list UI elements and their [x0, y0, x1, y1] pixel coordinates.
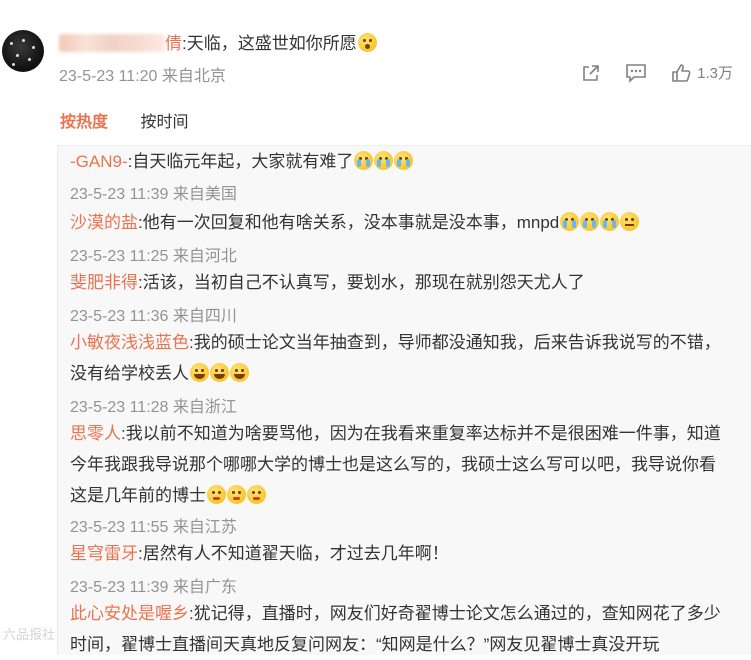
reply-username[interactable]: 此心安处是喔乡 [70, 604, 189, 623]
tab-by-heat[interactable]: 按热度 [60, 108, 108, 132]
thumbs-up-icon [672, 63, 691, 82]
comment-actions: 1.3万 [557, 62, 733, 83]
emoji-icon [357, 33, 377, 52]
timestamp: 23-5-23 11:39 [70, 579, 169, 596]
reply-meta: 23-5-23 11:28 来自浙江 [70, 393, 237, 417]
like-button[interactable]: 1.3万 [671, 62, 733, 83]
location: 来自江苏 [172, 519, 237, 536]
blurred-username[interactable] [59, 34, 165, 52]
reply-username[interactable]: 小敏夜浅浅蓝色 [70, 333, 189, 352]
timestamp: 23-5-23 11:55 [70, 519, 169, 536]
username-suffix[interactable]: 倩 [165, 34, 182, 53]
cry-emoji-icon [560, 212, 580, 231]
location: 来自浙江 [172, 399, 237, 416]
reply-meta: 23-5-23 11:55 来自江苏 [70, 513, 237, 537]
reply-item: 沙漠的盐:他有一次回复和他有啥关系，没本事就是没本事，mnpd [70, 207, 730, 238]
cry-emoji-icon [394, 151, 414, 170]
comment-icon[interactable] [625, 63, 647, 83]
main-comment-meta: 23-5-23 11:20 来自北京 [59, 62, 226, 86]
location: 来自美国 [172, 186, 237, 203]
location: 来自四川 [172, 308, 237, 325]
reply-item: 小敏夜浅浅蓝色:我的硕士论文当年抽查到，导师都没通知我，后来告诉我说写的不错，没… [70, 327, 730, 389]
main-comment: 倩:天临，这盛世如你所愿 23-5-23 11:20 来自北京 1.3万 [0, 0, 751, 100]
cry-emoji-icon [354, 151, 374, 170]
timestamp: 23-5-23 11:25 [70, 248, 169, 265]
laugh-emoji-icon [210, 363, 229, 382]
reply-text: :自天临元年起，大家就有难了 [127, 152, 354, 171]
reply-meta: 23-5-23 11:36 来自四川 [70, 302, 237, 326]
avatar[interactable] [2, 30, 44, 72]
reply-meta: 23-5-23 11:39 来自广东 [70, 573, 237, 597]
like-count: 1.3万 [697, 65, 733, 82]
share-icon[interactable] [581, 63, 601, 83]
reply-item: 此心安处是喔乡:犹记得，直播时，网友们好奇翟博士论文怎么通过的，查知网花了多少时… [70, 598, 730, 660]
eye-roll-emoji-icon [620, 212, 640, 231]
reply-item: -GAN9-:自天临元年起，大家就有难了 [70, 146, 730, 177]
reply-meta: 23-5-23 11:25 来自河北 [70, 242, 237, 266]
reply-item: 星穹雷牙:居然有人不知道翟天临，才过去几年啊！ [70, 538, 730, 569]
shy-emoji-icon [247, 485, 266, 504]
timestamp: 23-5-23 11:28 [70, 399, 169, 416]
reply-text: :居然有人不知道翟天临，才过去几年啊！ [138, 544, 449, 563]
reply-username[interactable]: 星穹雷牙 [70, 544, 138, 563]
location: 来自北京 [161, 68, 226, 85]
location: 来自河北 [172, 248, 237, 265]
reply-username[interactable]: 思零人 [70, 424, 121, 443]
cry-emoji-icon [580, 212, 600, 231]
timestamp: 23-5-23 11:36 [70, 308, 169, 325]
reply-text: :我以前不知道为啥要骂他，因为在我看来重复率达标并不是很困难一件事，知道今年我跟… [70, 424, 721, 505]
laugh-emoji-icon [230, 363, 249, 382]
cry-emoji-icon [374, 151, 394, 170]
sort-tabs: 按热度 按时间 [60, 108, 216, 132]
main-comment-line: 倩:天临，这盛世如你所愿 [59, 32, 377, 56]
main-comment-text: :天临，这盛世如你所愿 [182, 34, 357, 53]
watermark: 六品报社 [3, 627, 56, 642]
timestamp: 23-5-23 11:20 [59, 68, 158, 85]
timestamp: 23-5-23 11:39 [70, 186, 169, 203]
reply-username[interactable]: 斐肥非得 [70, 273, 138, 292]
cry-emoji-icon [600, 212, 620, 231]
location: 来自广东 [172, 579, 237, 596]
laugh-emoji-icon [190, 363, 209, 382]
reply-item: 斐肥非得:活该，当初自己不认真写，要划水，那现在就别怨天尤人了 [70, 267, 730, 298]
shy-emoji-icon [227, 485, 246, 504]
reply-text: :他有一次回复和他有啥关系，没本事就是没本事，mnpd [138, 213, 560, 232]
reply-username[interactable]: 沙漠的盐 [70, 213, 138, 232]
tab-by-time[interactable]: 按时间 [140, 108, 188, 132]
shy-emoji-icon [207, 485, 226, 504]
reply-username[interactable]: -GAN9- [70, 152, 128, 171]
reply-meta: 23-5-23 11:39 来自美国 [70, 180, 237, 204]
reply-item: 思零人:我以前不知道为啥要骂他，因为在我看来重复率达标并不是很困难一件事，知道今… [70, 418, 730, 511]
reply-text: :活该，当初自己不认真写，要划水，那现在就别怨天尤人了 [138, 273, 585, 292]
